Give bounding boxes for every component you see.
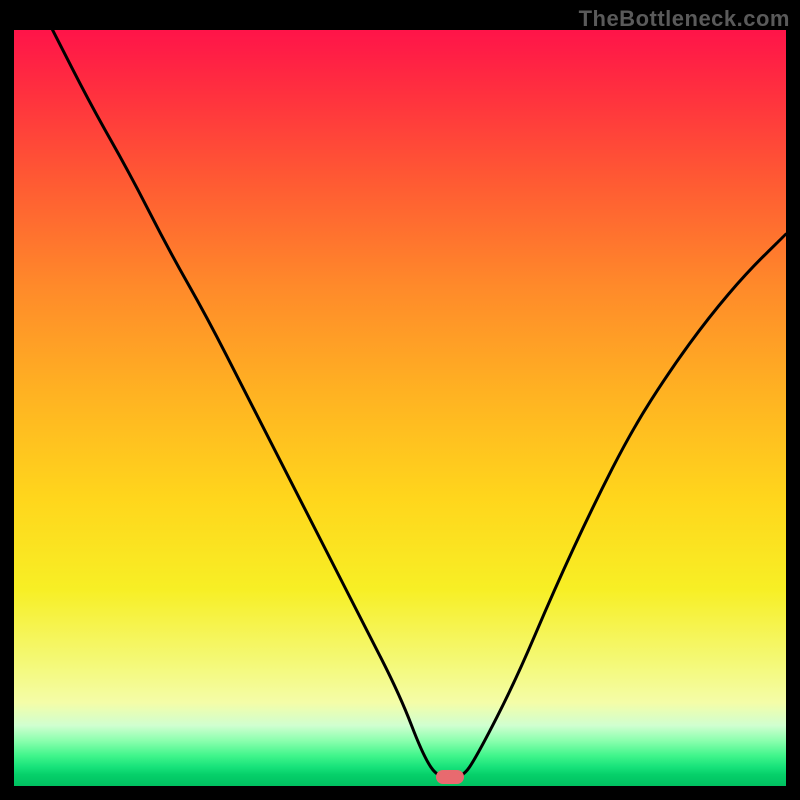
- optimal-marker: [436, 770, 464, 784]
- curve-svg: [14, 30, 786, 786]
- bottleneck-curve-path: [14, 30, 786, 778]
- plot-area: [14, 30, 786, 786]
- watermark-text: TheBottleneck.com: [579, 6, 790, 32]
- chart-frame: TheBottleneck.com: [0, 0, 800, 800]
